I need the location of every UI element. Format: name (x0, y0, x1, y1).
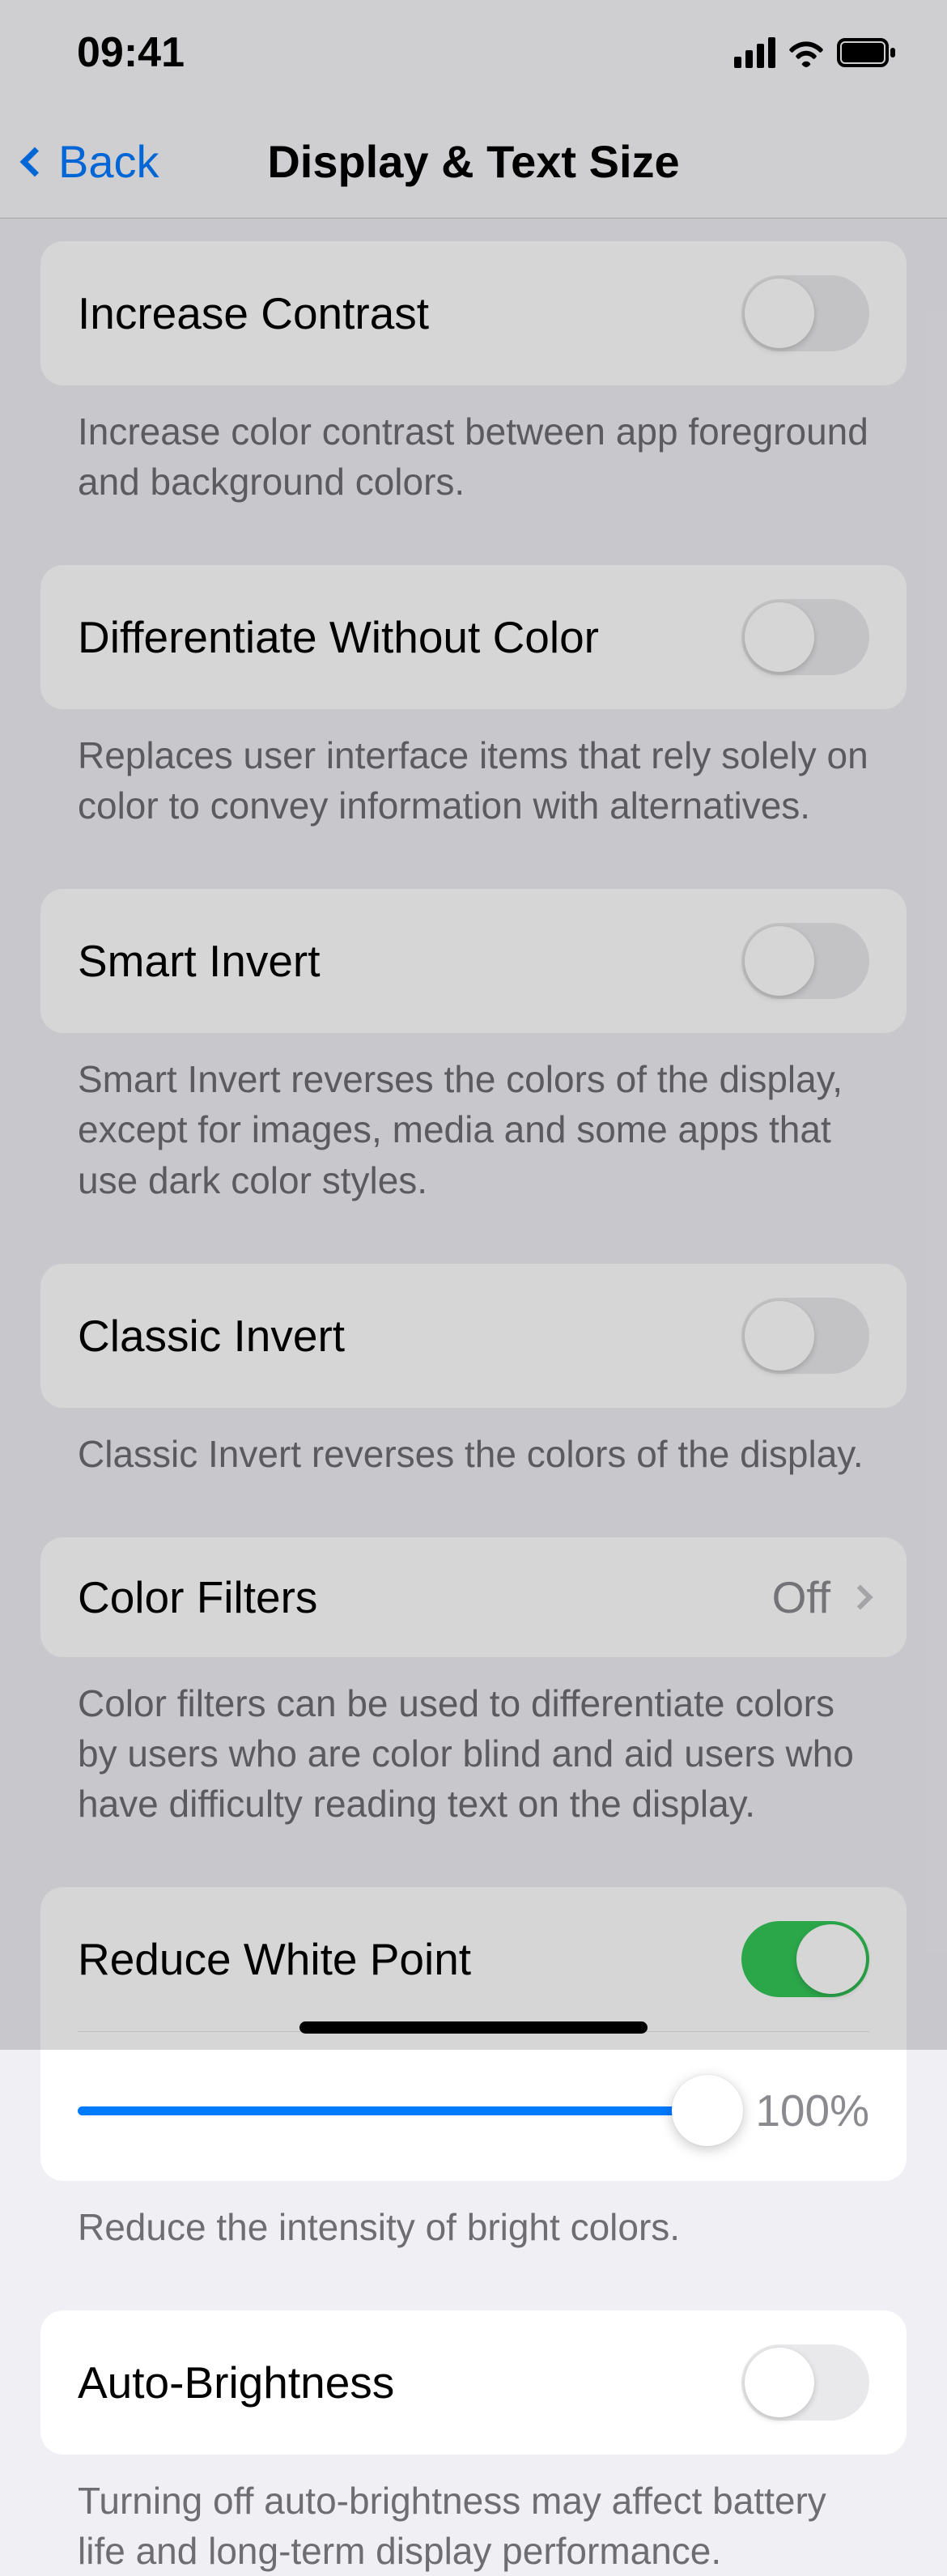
classic-invert-label: Classic Invert (78, 1310, 345, 1362)
reduce-white-point-label: Reduce White Point (78, 1933, 471, 1985)
color-filters-value: Off (772, 1571, 830, 1623)
smart-invert-note: Smart Invert reverses the colors of the … (40, 1033, 907, 1205)
wifi-icon (787, 38, 826, 67)
auto-brightness-toggle[interactable] (741, 2344, 869, 2421)
smart-invert-group: Smart Invert Smart Invert reverses the c… (40, 889, 907, 1205)
home-indicator[interactable] (299, 2021, 648, 2034)
cellular-signal-icon (734, 37, 775, 68)
differentiate-group: Differentiate Without Color Replaces use… (40, 565, 907, 831)
reduce-white-point-group: Reduce White Point 100% Reduce the inten… (40, 1887, 907, 2252)
smart-invert-toggle[interactable] (741, 923, 869, 999)
reduce-white-point-card: Reduce White Point 100% (40, 1887, 907, 2181)
smart-invert-row[interactable]: Smart Invert (40, 889, 907, 1033)
differentiate-label: Differentiate Without Color (78, 611, 599, 663)
status-bar: 09:41 (0, 0, 947, 105)
color-filters-group: Color Filters Off Color filters can be u… (40, 1537, 907, 1829)
increase-contrast-group: Increase Contrast Increase color contras… (40, 241, 907, 507)
increase-contrast-label: Increase Contrast (78, 287, 429, 339)
classic-invert-row[interactable]: Classic Invert (40, 1264, 907, 1408)
increase-contrast-row[interactable]: Increase Contrast (40, 241, 907, 385)
color-filters-note: Color filters can be used to differentia… (40, 1657, 907, 1829)
color-filters-row[interactable]: Color Filters Off (40, 1537, 907, 1657)
reduce-white-point-row[interactable]: Reduce White Point (78, 1887, 869, 2031)
settings-content[interactable]: Increase Contrast Increase color contras… (0, 241, 947, 2072)
back-label: Back (58, 135, 159, 188)
status-time: 09:41 (77, 28, 185, 77)
smart-invert-label: Smart Invert (78, 935, 321, 987)
differentiate-without-color-row[interactable]: Differentiate Without Color (40, 565, 907, 709)
auto-brightness-label: Auto-Brightness (78, 2357, 394, 2408)
reduce-white-point-slider[interactable] (78, 2074, 707, 2147)
classic-invert-note: Classic Invert reverses the colors of th… (40, 1408, 907, 1479)
slider-thumb[interactable] (672, 2075, 743, 2146)
back-button[interactable]: Back (24, 135, 159, 188)
auto-brightness-group: Auto-Brightness Turning off auto-brightn… (40, 2310, 907, 2576)
differentiate-toggle[interactable] (741, 599, 869, 675)
classic-invert-toggle[interactable] (741, 1298, 869, 1374)
reduce-white-point-slider-row: 100% (78, 2031, 869, 2181)
increase-contrast-note: Increase color contrast between app fore… (40, 385, 907, 507)
navigation-bar: Back Display & Text Size (0, 105, 947, 219)
color-filters-label: Color Filters (78, 1571, 317, 1623)
auto-brightness-note: Turning off auto-brightness may affect b… (40, 2455, 907, 2576)
increase-contrast-toggle[interactable] (741, 275, 869, 351)
auto-brightness-row[interactable]: Auto-Brightness (40, 2310, 907, 2455)
classic-invert-group: Classic Invert Classic Invert reverses t… (40, 1264, 907, 1479)
reduce-white-point-toggle[interactable] (741, 1921, 869, 1997)
reduce-white-point-value: 100% (732, 2085, 869, 2136)
chevron-left-icon (20, 147, 50, 176)
reduce-white-point-note: Reduce the intensity of bright colors. (40, 2181, 907, 2252)
color-filters-value-wrap: Off (772, 1571, 869, 1623)
differentiate-note: Replaces user interface items that rely … (40, 709, 907, 831)
chevron-right-icon (847, 1584, 873, 1609)
status-indicators (734, 37, 898, 68)
battery-icon (837, 38, 898, 67)
